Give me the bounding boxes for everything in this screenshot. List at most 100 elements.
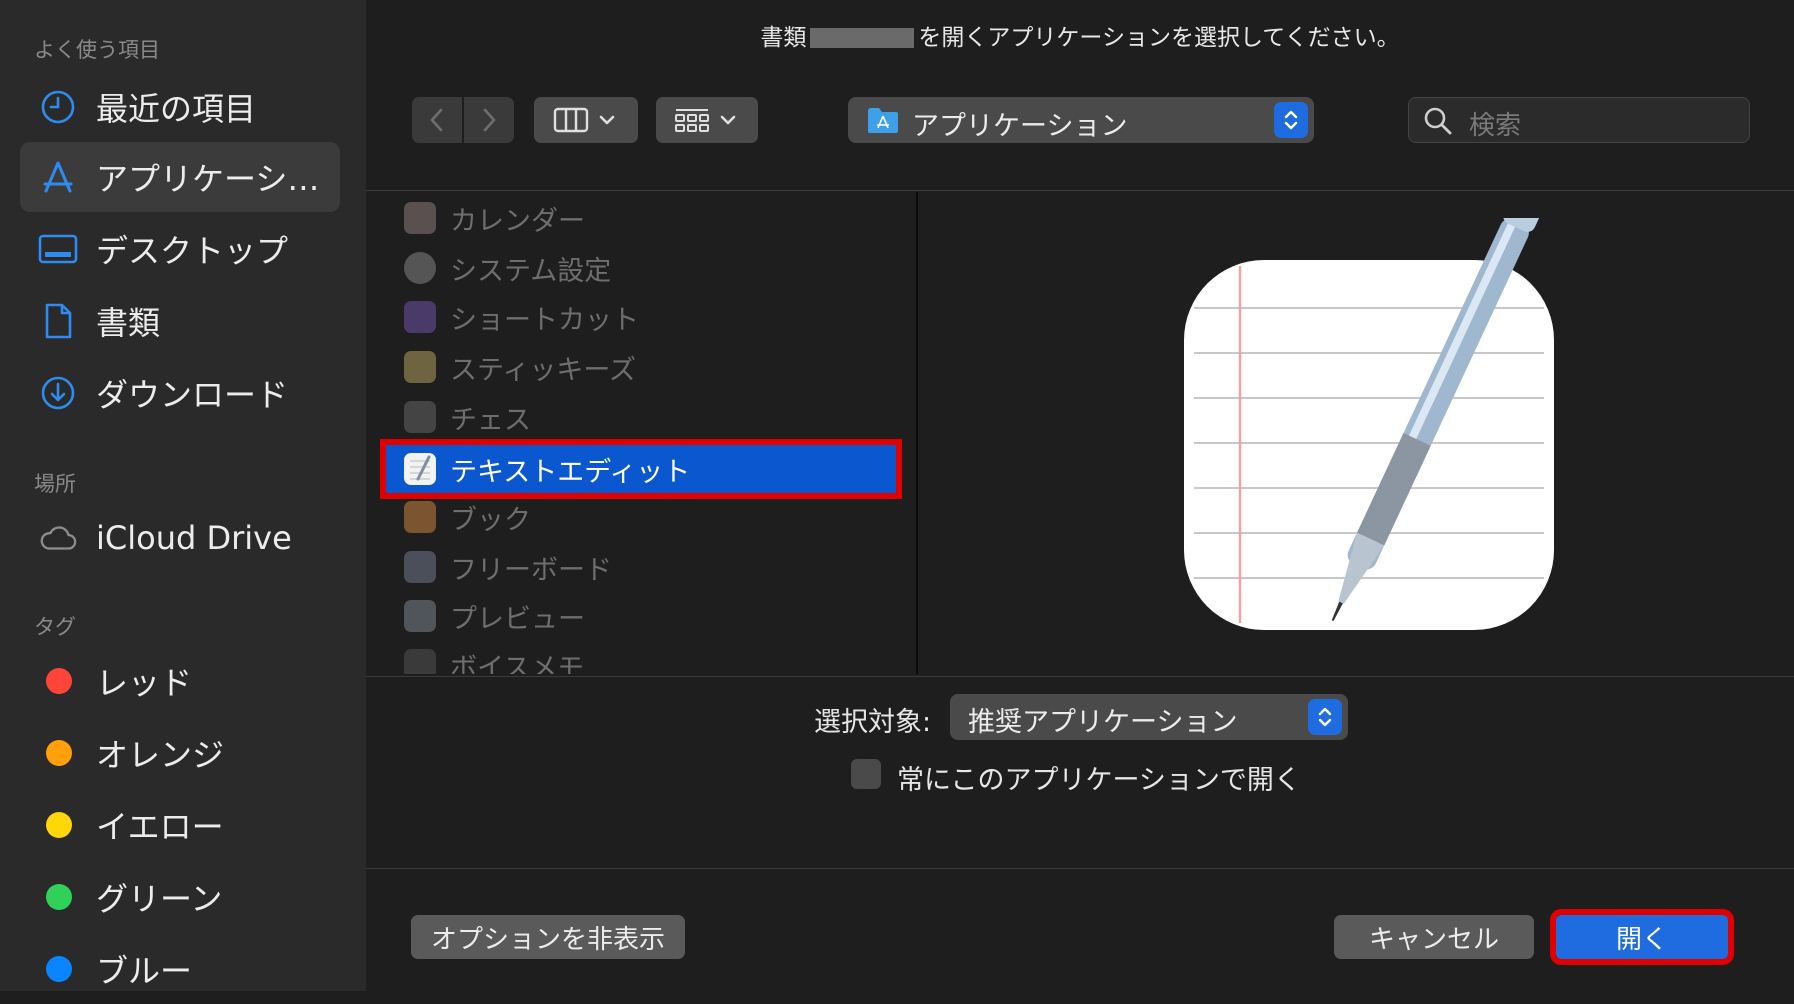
sidebar-tag-yellow[interactable]: イエロー bbox=[20, 790, 340, 860]
dialog-title-suffix: を開くアプリケーションを選択してください。 bbox=[918, 25, 1400, 51]
cloud-icon bbox=[38, 518, 78, 558]
favorites-header: よく使う項目 bbox=[34, 38, 160, 62]
list-item-voice-memos[interactable]: ボイスメモ bbox=[404, 641, 916, 674]
list-item-stickies[interactable]: スティッキーズ bbox=[404, 343, 916, 391]
textedit-preview-icon bbox=[1172, 199, 1572, 658]
footer-divider bbox=[366, 868, 1794, 869]
redacted-filename bbox=[810, 28, 915, 48]
gear-icon bbox=[404, 252, 436, 284]
sidebar-item-recents[interactable]: 最近の項目 bbox=[20, 72, 340, 142]
sidebar-item-label: デスクトップ bbox=[96, 232, 289, 270]
list-item-shortcuts[interactable]: ショートカット bbox=[404, 293, 916, 341]
list-item-system-settings[interactable]: システム設定 bbox=[404, 244, 916, 292]
list-item-label: システム設定 bbox=[450, 255, 612, 287]
clock-icon bbox=[38, 87, 78, 127]
cancel-button[interactable]: キャンセル bbox=[1334, 915, 1534, 959]
columns-view-icon bbox=[553, 107, 589, 133]
group-button[interactable] bbox=[656, 97, 758, 143]
sidebar-tag-red[interactable]: レッド bbox=[20, 646, 340, 716]
books-app-icon bbox=[404, 501, 436, 533]
tag-dot-icon bbox=[46, 668, 72, 694]
chess-app-icon bbox=[404, 401, 436, 433]
list-item-label: プレビュー bbox=[450, 603, 585, 635]
sidebar-item-label: グリーン bbox=[96, 880, 223, 918]
sidebar-item-documents[interactable]: 書類 bbox=[20, 286, 340, 356]
filter-popup[interactable]: 推奨アプリケーション bbox=[950, 694, 1348, 740]
dialog-main: 書類 を開くアプリケーションを選択してください。 アプリケーション 検索 カレン… bbox=[366, 0, 1794, 991]
sidebar-tag-blue[interactable]: ブルー bbox=[20, 934, 340, 1004]
filter-value: 推奨アプリケーション bbox=[968, 707, 1238, 738]
list-item-freeform[interactable]: フリーボード bbox=[404, 543, 916, 591]
always-open-checkbox[interactable] bbox=[851, 759, 881, 789]
tag-dot-icon bbox=[46, 956, 72, 982]
sidebar-item-label: ダウンロード bbox=[96, 376, 289, 414]
always-open-label: 常にこのアプリケーションで開く bbox=[897, 765, 1301, 796]
list-item-label: フリーボード bbox=[450, 554, 612, 586]
sidebar-item-label: オレンジ bbox=[96, 736, 225, 774]
list-item-calendar[interactable]: カレンダー bbox=[404, 194, 916, 242]
list-item-label: スティッキーズ bbox=[450, 354, 637, 386]
list-item-textedit[interactable]: テキストエディット bbox=[380, 439, 902, 499]
search-field[interactable]: 検索 bbox=[1408, 97, 1750, 143]
search-icon bbox=[1423, 106, 1453, 140]
desktop-icon bbox=[38, 229, 78, 269]
applications-icon bbox=[38, 157, 78, 197]
download-icon bbox=[38, 373, 78, 413]
sidebar-item-applications[interactable]: アプリケーシ… bbox=[20, 142, 340, 212]
filter-label: 選択対象: bbox=[814, 707, 932, 738]
list-item-label: チェス bbox=[450, 404, 531, 436]
tag-dot-icon bbox=[46, 812, 72, 838]
sidebar-item-label: アプリケーシ… bbox=[96, 160, 320, 198]
updown-icon bbox=[1308, 699, 1342, 735]
group-icon bbox=[675, 109, 709, 132]
sidebar-item-label: iCloud Drive bbox=[96, 519, 292, 557]
chevron-right-icon bbox=[483, 108, 496, 132]
location-label: アプリケーション bbox=[912, 111, 1128, 142]
textedit-app-icon bbox=[404, 453, 436, 485]
tag-dot-icon bbox=[46, 740, 72, 766]
view-mode-button[interactable] bbox=[534, 97, 638, 143]
back-button[interactable] bbox=[412, 97, 462, 143]
chevron-down-icon bbox=[720, 115, 736, 125]
list-item-label: カレンダー bbox=[450, 205, 585, 237]
list-item-preview[interactable]: プレビュー bbox=[404, 592, 916, 640]
column-divider bbox=[916, 192, 918, 674]
chevron-left-icon bbox=[430, 108, 443, 132]
stickies-app-icon bbox=[404, 351, 436, 383]
sidebar-tag-green[interactable]: グリーン bbox=[20, 862, 340, 932]
sidebar-item-downloads[interactable]: ダウンロード bbox=[20, 358, 340, 428]
freeform-app-icon bbox=[404, 551, 436, 583]
sidebar-item-desktop[interactable]: デスクトップ bbox=[20, 214, 340, 284]
updown-icon bbox=[1274, 102, 1308, 138]
voice-memos-app-icon bbox=[404, 649, 436, 674]
sidebar-item-label: レッド bbox=[96, 664, 193, 702]
dialog-title-prefix: 書類 bbox=[760, 25, 807, 51]
sidebar: よく使う項目 最近の項目 アプリケーシ… デスクトップ 書類 ダウンロード 場所 bbox=[0, 0, 366, 991]
sidebar-item-icloud-drive[interactable]: iCloud Drive bbox=[20, 503, 340, 573]
locations-header: 場所 bbox=[34, 472, 76, 496]
dialog-title: 書類 を開くアプリケーションを選択してください。 bbox=[366, 18, 1794, 52]
list-item-label: ブック bbox=[450, 504, 531, 536]
list-bottom-divider bbox=[366, 676, 1794, 677]
search-placeholder: 検索 bbox=[1469, 111, 1522, 141]
sidebar-item-label: ブルー bbox=[96, 952, 193, 990]
list-item-label: テキストエディット bbox=[450, 456, 691, 488]
list-item-books[interactable]: ブック bbox=[404, 493, 916, 541]
open-button[interactable]: 開く bbox=[1550, 909, 1734, 965]
folder-icon bbox=[866, 105, 900, 139]
sidebar-tag-orange[interactable]: オレンジ bbox=[20, 718, 340, 788]
sidebar-item-label: イエロー bbox=[96, 808, 224, 846]
list-item-label: ボイスメモ bbox=[450, 652, 585, 675]
toolbar-divider bbox=[366, 190, 1794, 191]
list-item-chess[interactable]: チェス bbox=[404, 393, 916, 441]
forward-button[interactable] bbox=[464, 97, 514, 143]
tag-dot-icon bbox=[46, 884, 72, 910]
shortcuts-app-icon bbox=[404, 301, 436, 333]
app-list: カレンダー システム設定 ショートカット スティッキーズ チェス テキストエディ… bbox=[366, 192, 916, 674]
sidebar-item-label: 書類 bbox=[96, 304, 161, 342]
hide-options-button[interactable]: オプションを非表示 bbox=[411, 915, 685, 959]
location-popup[interactable]: アプリケーション bbox=[848, 97, 1314, 143]
sidebar-item-label: 最近の項目 bbox=[96, 90, 257, 128]
document-icon bbox=[38, 301, 78, 341]
list-item-label: ショートカット bbox=[450, 304, 639, 336]
